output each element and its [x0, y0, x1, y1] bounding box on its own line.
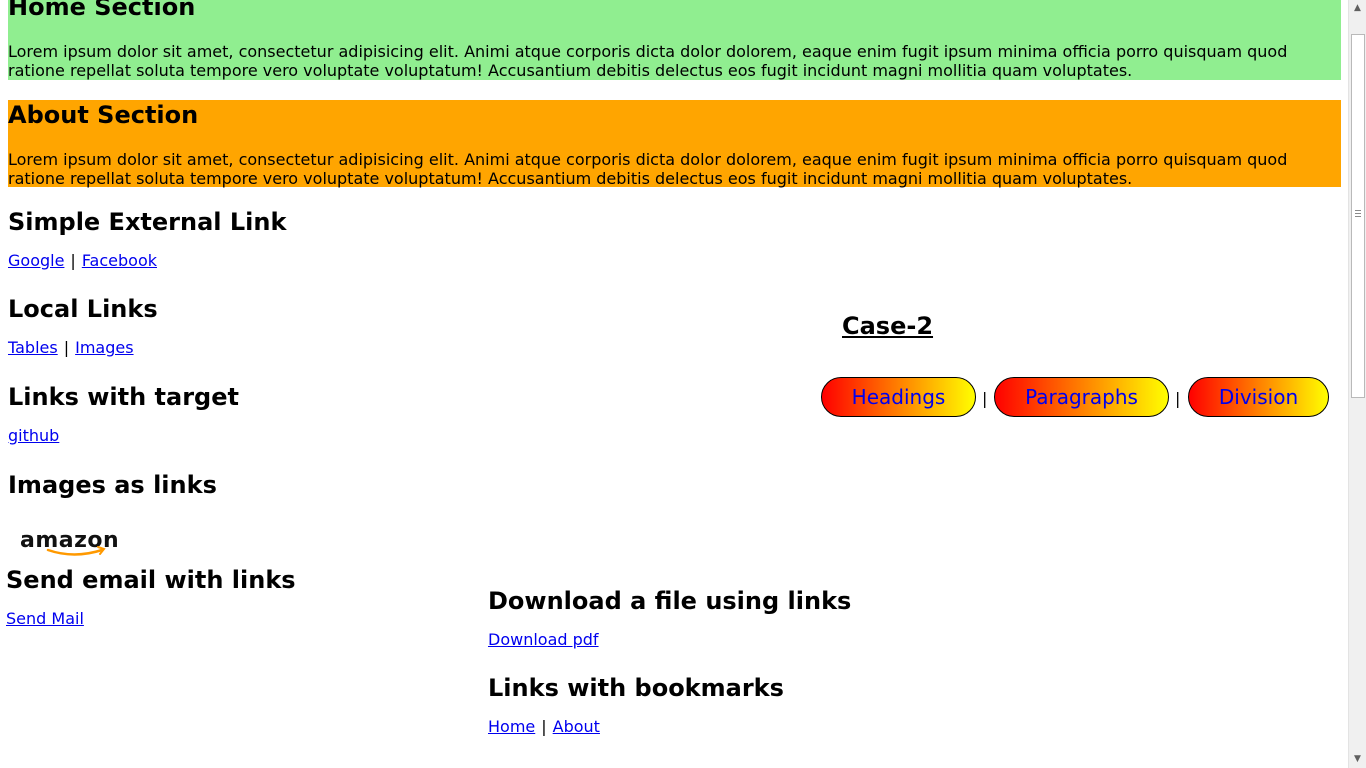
paragraphs-button[interactable]: Paragraphs — [994, 377, 1169, 417]
about-section: About Section Lorem ipsum dolor sit amet… — [8, 100, 1341, 188]
send-mail-link[interactable]: Send Mail — [6, 609, 84, 628]
scroll-down-icon[interactable]: ▼ — [1349, 751, 1366, 768]
division-button[interactable]: Division — [1188, 377, 1329, 417]
vertical-scrollbar[interactable]: ▲ ▼ — [1348, 0, 1366, 768]
scrollbar-thumb[interactable] — [1351, 34, 1365, 398]
about-bookmark-link[interactable]: About — [553, 717, 600, 736]
target-links-block: Links with target github — [8, 382, 239, 445]
tables-link[interactable]: Tables — [8, 338, 58, 357]
grip-line — [1355, 216, 1361, 217]
button-separator: | — [982, 389, 988, 408]
bookmark-links-title: Links with bookmarks — [488, 674, 784, 702]
github-link[interactable]: github — [8, 426, 59, 445]
link-separator: | — [541, 717, 547, 736]
amazon-logo-link[interactable]: amazon — [18, 528, 124, 560]
scroll-up-icon[interactable]: ▲ — [1349, 0, 1366, 17]
email-links-block: Send email with links Send Mail — [6, 565, 296, 628]
grip-line — [1355, 210, 1361, 211]
external-links: Google | Facebook — [8, 251, 157, 270]
download-links: Download pdf — [488, 630, 599, 649]
download-pdf-link[interactable]: Download pdf — [488, 630, 599, 649]
facebook-link[interactable]: Facebook — [82, 251, 157, 270]
image-links-title: Images as links — [8, 471, 217, 499]
local-links-block: Local Links Tables | Images — [8, 294, 158, 357]
page-viewport: Home Section Lorem ipsum dolor sit amet,… — [0, 0, 1349, 768]
home-section: Home Section Lorem ipsum dolor sit amet,… — [8, 0, 1341, 80]
email-links: Send Mail — [6, 609, 84, 628]
home-section-title: Home Section — [8, 0, 196, 21]
home-bookmark-link[interactable]: Home — [488, 717, 535, 736]
case-2-title: Case-2 — [842, 312, 934, 340]
grip-line — [1355, 213, 1361, 214]
download-links-title: Download a file using links — [488, 587, 852, 615]
button-separator: | — [1175, 389, 1181, 408]
amazon-smile-icon — [46, 546, 106, 556]
external-links-title: Simple External Link — [8, 208, 287, 236]
images-link[interactable]: Images — [75, 338, 133, 357]
link-separator: | — [63, 338, 70, 357]
local-links: Tables | Images — [8, 338, 134, 357]
home-section-text: Lorem ipsum dolor sit amet, consectetur … — [8, 42, 1288, 80]
local-links-title: Local Links — [8, 295, 158, 323]
external-links-block: Simple External Link Google | Facebook — [8, 207, 287, 270]
target-links-title: Links with target — [8, 383, 239, 411]
target-links: github — [8, 426, 59, 445]
bookmark-links: Home | About — [488, 717, 600, 736]
email-links-title: Send email with links — [6, 566, 296, 594]
link-separator: | — [70, 251, 76, 270]
google-link[interactable]: Google — [8, 251, 64, 270]
about-section-title: About Section — [8, 101, 199, 129]
bookmark-links-block: Links with bookmarks Home | About — [488, 673, 784, 736]
about-section-text: Lorem ipsum dolor sit amet, consectetur … — [8, 150, 1288, 188]
headings-button[interactable]: Headings — [821, 377, 976, 417]
download-links-block: Download a file using links Download pdf — [488, 586, 852, 649]
image-links-block: Images as links — [8, 470, 217, 500]
